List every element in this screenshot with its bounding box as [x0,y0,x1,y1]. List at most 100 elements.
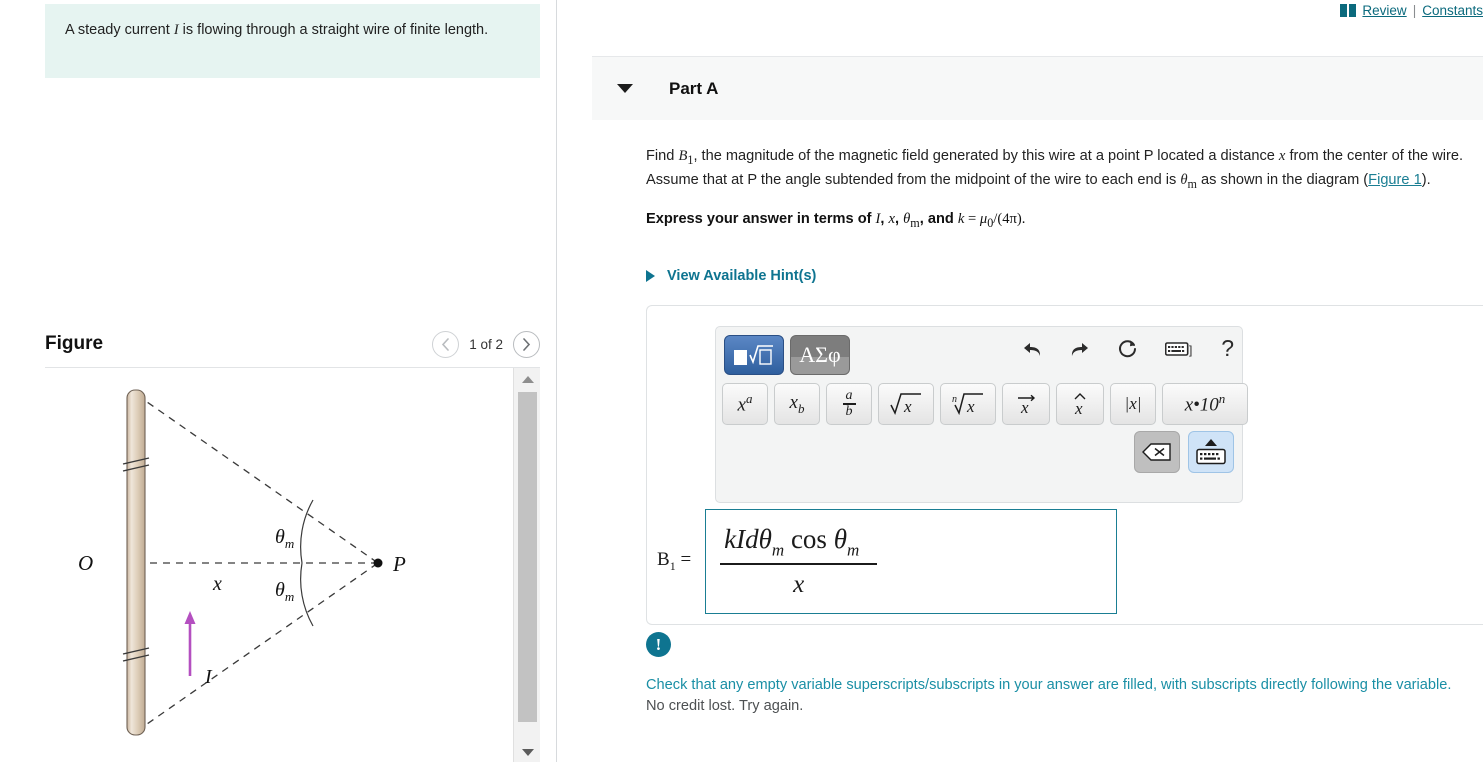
superscript-button[interactable]: xa [722,383,768,425]
keyboard-toggle-button[interactable] [1188,431,1234,473]
answer-numerator: kIdθm cos θm [720,524,877,563]
intro-suffix: is flowing through a straight wire of fi… [178,22,489,38]
q-line1d: as shown in the diagram ( [1197,171,1369,188]
figure-next-button[interactable] [513,330,540,358]
caret-down-icon[interactable] [617,84,633,93]
page-root: A steady current I is flowing through a … [0,0,1483,762]
figure-navigation: 1 of 2 [432,330,540,358]
intro-prefix: A steady current [65,22,174,38]
answer-label: B1 = [657,549,691,574]
view-hints-toggle[interactable]: View Available Hint(s) [646,268,816,284]
absolute-value-button[interactable]: |x| [1110,383,1156,425]
answer-label-eq: = [680,549,692,571]
figure-area: O P x I θm θm [45,367,540,762]
q-theta-sub: m [1187,176,1197,191]
express-tail: /(4π). [993,211,1026,228]
label-current-i: I [204,666,213,688]
figure-1-link[interactable]: Figure 1 [1368,172,1422,188]
label-theta-bottom: θm [275,579,294,604]
part-title: Part A [669,78,719,98]
math-toolbar-actions: ] ? [1021,335,1234,362]
nth-root-button[interactable]: nx [940,383,996,425]
wire-rod [126,389,146,736]
num-sub-m1: m [771,541,785,561]
answer-label-sub: 1 [669,558,676,573]
part-a-header: Part A [592,56,1483,120]
view-hints-label: View Available Hint(s) [667,268,817,284]
svg-text:x: x [966,397,975,416]
constants-link[interactable]: Constants [1422,3,1483,18]
undo-icon[interactable] [1021,339,1043,359]
svg-text:x: x [1074,399,1083,417]
label-theta-top: θm [275,526,294,551]
num-sub-m2: m [846,541,860,561]
label-point-p: P [392,552,406,576]
keyboard-icon[interactable]: ] [1165,340,1195,358]
scroll-down-arrow-icon[interactable] [514,741,540,762]
num-kidtheta: kIdθ [724,524,772,555]
figure-header: Figure 1 of 2 [45,322,540,366]
current-arrow [184,611,196,676]
redo-icon[interactable] [1069,339,1091,359]
scroll-up-arrow-icon[interactable] [514,368,540,390]
exclamation-circle-icon: ! [646,632,671,657]
vector-button[interactable]: x [1002,383,1050,425]
subscript-button[interactable]: xb [774,383,820,425]
square-radical-box-icon [734,345,773,365]
backspace-button[interactable] [1134,431,1180,473]
figure-scrollbar[interactable] [513,368,540,762]
caret-up-icon [1205,439,1217,446]
dashed-construction-lines [136,394,379,732]
express-comma2: , [895,211,904,228]
fraction-button[interactable]: ab [826,383,872,425]
answer-label-b: B [657,549,670,571]
scientific-notation-button[interactable]: x•10n [1162,383,1248,425]
feedback-message: Check that any empty variable superscrip… [646,677,1452,693]
book-icon [1340,3,1357,17]
feedback-area: ! Check that any empty variable superscr… [646,632,1483,714]
greek-symbols-mode-button[interactable]: ΑΣφ [790,335,850,375]
figure-prev-button[interactable] [432,330,460,358]
question-statement: Find B1, the magnitude of the magnetic f… [646,146,1483,193]
svg-text:x: x [1020,398,1029,417]
physics-diagram: O P x I θm θm [78,389,406,736]
square-root-button[interactable]: x [878,383,934,425]
question-body: Find B1, the magnitude of the magnetic f… [646,146,1483,231]
q-line1b: , the magnitude of the magnetic field ge… [693,148,1279,164]
figure-title: Figure [45,333,104,354]
chevron-left-icon [442,337,450,351]
math-toolbar-row-modes: ΑΣφ] ? [716,327,1244,383]
triangle-right-icon [646,270,655,282]
top-utility-bar: Review | Constants [1340,0,1483,20]
answer-container: ΑΣφ] ? xa xb a b x n x x x |x| x•10n B1… [646,305,1483,625]
problem-intro-box: A steady current I is flowing through a … [45,4,540,78]
svg-text:]: ] [1189,343,1192,357]
chevron-right-icon [523,337,531,351]
answer-fraction: kIdθm cos θm x [720,524,878,598]
point-p-dot [373,558,383,568]
answer-input-row: B1 = kIdθm cos θm x [657,509,1118,614]
num-theta: θ [833,524,847,555]
answer-input-field[interactable]: kIdθm cos θm x [705,509,1118,614]
svg-text:x: x [903,397,912,416]
math-toolbar: ΑΣφ] ? xa xb a b x n x x x |x| x•10n [715,326,1248,503]
scrollbar-thumb[interactable] [518,392,537,722]
unit-vector-button[interactable]: x [1056,383,1104,425]
express-prefix: Express your answer in terms of [646,211,876,228]
math-template-mode-button[interactable] [724,335,784,375]
label-origin: O [78,551,93,575]
express-and: , and [919,211,958,228]
num-cos: cos [784,524,834,555]
reset-icon[interactable] [1117,338,1139,360]
math-toolbar-row-entry [1134,431,1234,473]
right-panel: Review | Constants Part A Find B1, the m… [558,0,1483,762]
review-link[interactable]: Review [1362,3,1406,18]
svg-text:n: n [952,394,957,405]
alert-glyph: ! [655,634,662,654]
left-panel: A steady current I is flowing through a … [0,0,557,762]
keyboard-glyph-icon [1196,448,1226,465]
q-theta: θ [1180,171,1188,188]
answer-format-instruction: Express your answer in terms of I, x, θm… [646,211,1483,231]
help-icon[interactable]: ? [1221,335,1234,362]
math-toolbar-row-operators: xa xb ab x nx x x |x| x•10n [722,383,1248,425]
